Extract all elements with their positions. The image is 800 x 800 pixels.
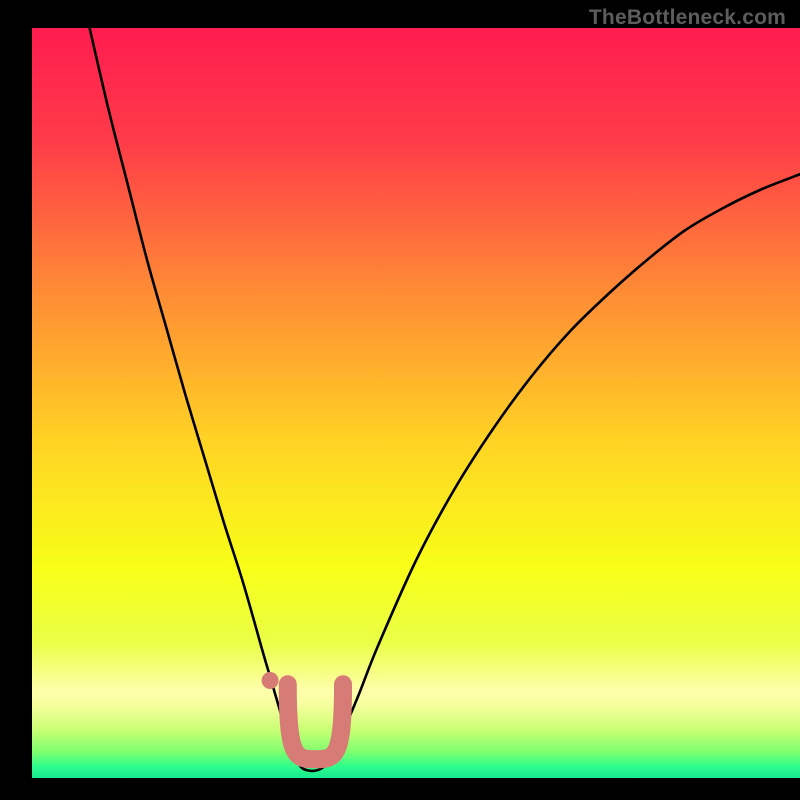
watermark-text: TheBottleneck.com bbox=[589, 6, 786, 30]
bottleneck-chart bbox=[0, 0, 800, 800]
marker-dot-icon bbox=[262, 672, 279, 689]
gradient-background bbox=[32, 28, 800, 778]
chart-stage: TheBottleneck.com bbox=[0, 0, 800, 800]
